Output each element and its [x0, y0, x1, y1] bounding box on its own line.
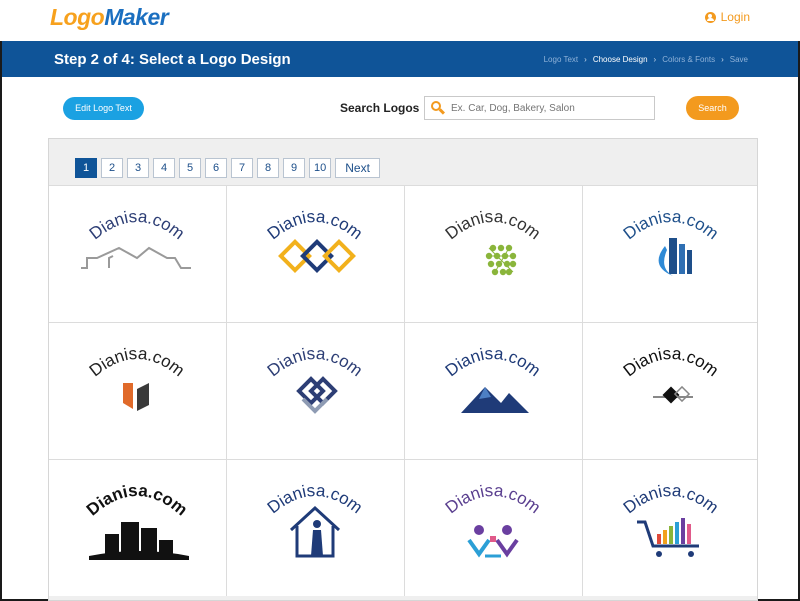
logo-design-card[interactable]: Dianisa.com — [583, 460, 757, 596]
logo-company-text: Dianisa.com — [264, 207, 366, 243]
building-swoosh-icon — [658, 238, 692, 276]
logo-preview-diamonds: Dianisa.com — [264, 207, 366, 273]
breadcrumb: Logo Text › Choose Design › Colors & Fonts › S… — [544, 55, 748, 64]
mountains-icon — [461, 387, 529, 413]
page-button[interactable]: 9 — [283, 158, 305, 178]
logo-design-card[interactable]: Dianisa.com — [49, 323, 226, 459]
logo-preview-building-swoosh: Dianisa.com — [620, 207, 722, 276]
people-icon — [467, 525, 519, 558]
page-title: Step 2 of 4: Select a Logo Design — [54, 51, 291, 68]
search-box — [424, 96, 655, 120]
logo-company-text: Dianisa.com — [86, 344, 188, 380]
logo-preview-knot: Dianisa.com — [264, 344, 366, 414]
logo-design-card[interactable]: Dianisa.com — [583, 323, 757, 459]
logo-preview-cart: Dianisa.com — [620, 481, 722, 557]
page-button[interactable]: 7 — [231, 158, 253, 178]
page-button[interactable]: 5 — [179, 158, 201, 178]
breadcrumb-step[interactable]: Choose Design — [593, 55, 648, 64]
breadcrumb-step[interactable]: Logo Text — [544, 55, 579, 64]
logo-text-part1: Logo — [50, 4, 105, 30]
orange-blocks-icon — [123, 383, 149, 411]
logo-company-text: Dianisa.com — [442, 344, 544, 380]
logo-preview-house-figure: Dianisa.com — [264, 481, 366, 558]
logo-company-text: Dianisa.com — [264, 344, 366, 380]
logo-preview-globe-dots: Dianisa.com — [442, 207, 544, 276]
logo-preview-diamond-line: Dianisa.com — [620, 344, 722, 404]
logo-design-card[interactable]: Dianisa.com — [405, 186, 582, 322]
house-figure-icon — [289, 505, 341, 558]
logo-design-card[interactable]: Dianisa.com — [227, 323, 404, 459]
logo-design-card[interactable]: Dianisa.com — [227, 460, 404, 596]
diamonds-icon — [278, 239, 356, 273]
page-button[interactable]: 1 — [75, 158, 97, 178]
page-button[interactable]: 8 — [257, 158, 279, 178]
houses-icon — [81, 246, 191, 269]
logo-design-card[interactable]: Dianisa.com — [49, 460, 226, 596]
pagination: 1 2 3 4 5 6 7 8 9 10 Next — [75, 158, 380, 178]
page-button[interactable]: 2 — [101, 158, 123, 178]
logo-design-card[interactable]: Dianisa.com — [227, 186, 404, 322]
login-link[interactable]: Login — [704, 10, 750, 24]
next-page-button[interactable]: Next — [335, 158, 380, 178]
logo-company-text: Dianisa.com — [83, 481, 191, 520]
logo-design-card[interactable]: Dianisa.com — [49, 186, 226, 322]
search-label: Search Logos — [340, 101, 420, 115]
breadcrumb-step[interactable]: Save — [730, 55, 748, 64]
logo-company-text: Dianisa.com — [86, 207, 188, 243]
logo-grid: Dianisa.com Dianisa.com Dianisa.com Dianisa… — [49, 185, 757, 596]
diamond-line-icon — [653, 385, 693, 404]
logo-preview-skyline: Dianisa.com — [83, 481, 191, 560]
search-icon — [431, 101, 446, 115]
page-button[interactable]: 6 — [205, 158, 227, 178]
edit-logo-text-button[interactable]: Edit Logo Text — [63, 97, 144, 120]
top-bar: LogoMaker Login — [0, 0, 800, 41]
logomaker-logo[interactable]: LogoMaker — [50, 4, 169, 31]
logo-preview-orange-blocks: Dianisa.com — [86, 344, 188, 411]
logo-design-card[interactable]: Dianisa.com — [405, 460, 582, 596]
logo-company-text: Dianisa.com — [620, 481, 722, 517]
logo-text-part2: Maker — [104, 4, 169, 30]
chevron-right-icon: › — [584, 55, 587, 64]
page-button[interactable]: 10 — [309, 158, 332, 178]
search-input[interactable] — [451, 102, 651, 114]
logo-preview-mountains: Dianisa.com — [442, 344, 544, 413]
cart-icon — [637, 518, 699, 557]
page-button[interactable]: 3 — [127, 158, 149, 178]
logo-results-panel: 1 2 3 4 5 6 7 8 9 10 Next Dianisa.com Dianisa.com Di… — [48, 138, 758, 601]
breadcrumb-step[interactable]: Colors & Fonts — [662, 55, 715, 64]
knot-icon — [296, 376, 338, 414]
login-label: Login — [720, 10, 750, 24]
logo-company-text: Dianisa.com — [620, 344, 722, 380]
skyline-icon — [89, 522, 189, 560]
globe-dots-icon — [485, 244, 517, 276]
logo-company-text: Dianisa.com — [620, 207, 722, 243]
logo-preview-houses: Dianisa.com — [81, 207, 191, 269]
search-button[interactable]: Search — [686, 96, 739, 120]
logo-company-text: Dianisa.com — [442, 481, 544, 517]
logo-design-card[interactable]: Dianisa.com — [583, 186, 757, 322]
chevron-right-icon: › — [721, 55, 724, 64]
step-banner: Step 2 of 4: Select a Logo Design Logo T… — [2, 41, 798, 77]
user-icon — [704, 11, 716, 23]
logo-company-text: Dianisa.com — [442, 207, 544, 243]
logo-design-card[interactable]: Dianisa.com — [405, 323, 582, 459]
page-button[interactable]: 4 — [153, 158, 175, 178]
logo-preview-people: Dianisa.com — [442, 481, 544, 558]
chevron-right-icon: › — [653, 55, 657, 64]
logo-company-text: Dianisa.com — [264, 481, 366, 517]
